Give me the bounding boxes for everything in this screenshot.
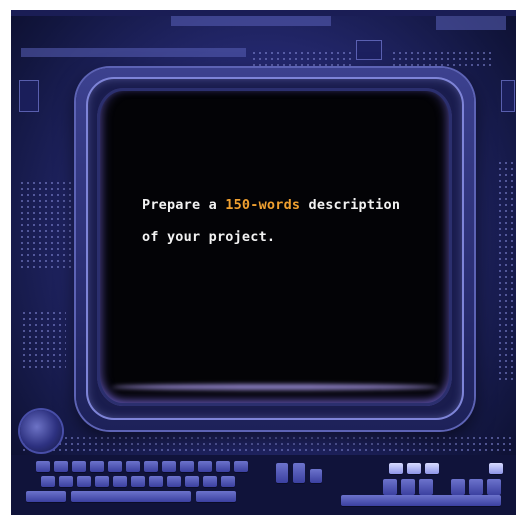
message-line-1: Prepare a 150-words description [142,189,442,221]
keyboard-key [469,479,483,495]
board-components [19,180,74,270]
keyboard-key [389,463,403,474]
keyboard-key [401,479,415,495]
board-components [391,50,491,66]
keyboard-key [36,461,50,472]
message-text-before: Prepare a [142,197,226,213]
keyboard-key [26,491,66,502]
keyboard-key [108,461,122,472]
keyboard-key [71,491,191,502]
board-components [497,160,515,380]
keyboard-key [180,461,194,472]
keyboard-key [77,476,91,487]
keyboard-key [487,479,501,495]
keyboard-key [383,479,397,495]
keyboard-key [341,495,501,506]
keyboard-key [59,476,73,487]
keyboard-key [203,476,217,487]
keyboard-key [407,463,421,474]
message-highlight: 150-words [225,197,301,213]
keyboard-key [72,461,86,472]
keyboard-key [144,461,158,472]
top-edge [11,10,516,16]
message-text-after: description [300,197,401,213]
keyboard-key [113,476,127,487]
board-chip [356,40,382,60]
keyboard-key [185,476,199,487]
keyboard-key [41,476,55,487]
keyboard-key [489,463,503,474]
board-components [21,310,66,370]
keyboard-key [90,461,104,472]
keyboard [11,455,516,515]
keyboard-key [451,479,465,495]
message-line-2: of your project. [142,229,276,245]
keyboard-key [425,463,439,474]
keyboard-key [131,476,145,487]
screen-message: Prepare a 150-words description of your … [142,189,442,253]
keyboard-key [95,476,109,487]
keyboard-key [162,461,176,472]
board-chip [19,80,39,112]
keyboard-key [234,461,248,472]
keyboard-key [198,461,212,472]
board-components [251,50,351,66]
keyboard-key [221,476,235,487]
keyboard-key [276,463,288,483]
board-trace [436,16,506,30]
keyboard-key [167,476,181,487]
keyboard-key [216,461,230,472]
keyboard-key [419,479,433,495]
screen-glow [112,384,438,390]
keyboard-key [54,461,68,472]
keyboard-key [149,476,163,487]
keyboard-key [196,491,236,502]
board-trace [171,16,331,26]
board-chip [501,80,515,112]
keyboard-key [310,469,322,483]
board-trace [21,48,246,57]
dial-knob [20,410,62,452]
keyboard-key [126,461,140,472]
keyboard-key [293,463,305,483]
